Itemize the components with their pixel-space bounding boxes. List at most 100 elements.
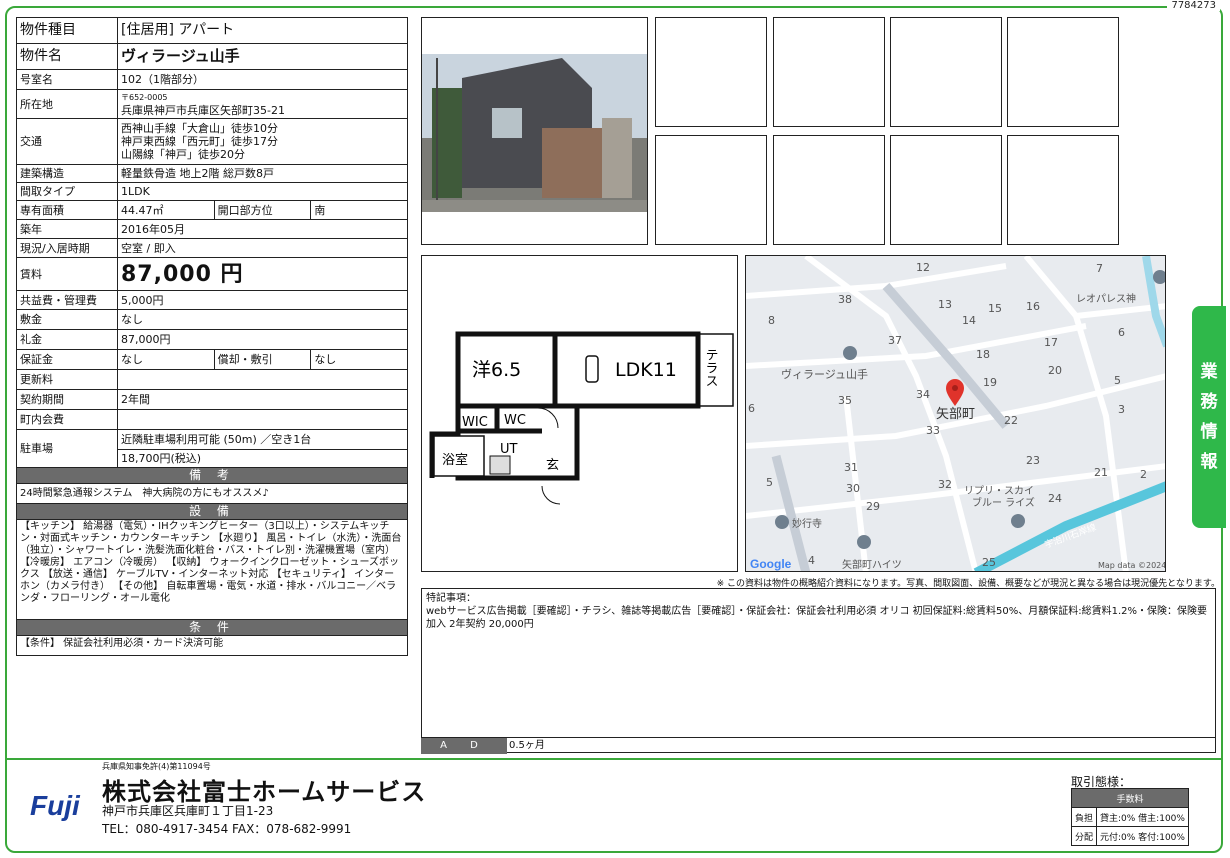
svg-text:4: 4: [808, 554, 815, 567]
photo-thumbnail[interactable]: [890, 135, 1002, 245]
svg-text:30: 30: [846, 482, 860, 495]
svg-text:6: 6: [748, 402, 755, 415]
fee-header: 手数料: [1071, 788, 1189, 808]
svg-text:12: 12: [916, 261, 930, 274]
address-value: 兵庫県神戸市兵庫区矢部町35-21: [121, 104, 285, 117]
remarks-text: 24時間緊急通報システム 神大病院の方にもオススメ♪: [16, 483, 408, 504]
map-credit: Map data ©2024: [1098, 561, 1166, 570]
svg-text:25: 25: [982, 556, 996, 569]
svg-text:37: 37: [888, 334, 902, 347]
conditions-header: 条 件: [16, 619, 408, 636]
room-western: 洋6.5: [472, 359, 521, 381]
svg-text:31: 31: [844, 461, 858, 474]
photo-thumbnail[interactable]: [655, 17, 767, 127]
amortization-value: なし: [310, 349, 408, 370]
key-money-label: 礼金: [16, 329, 118, 350]
fee-table: 手数料 負担 貸主:0% 借主:100% 分配 元付:0% 客付:100%: [1070, 788, 1189, 846]
burden-value: 貸主:0% 借主:100%: [1096, 807, 1189, 827]
status-value: 空室 / 即入: [117, 238, 408, 258]
photo-thumbnail[interactable]: [773, 17, 885, 127]
photo-thumbnail[interactable]: [1007, 17, 1119, 127]
svg-text:7: 7: [1096, 262, 1103, 275]
svg-text:3: 3: [1118, 403, 1125, 416]
building-photo-image: [422, 18, 647, 244]
access-line: 西神山手線「大倉山」徒歩10分: [121, 122, 278, 135]
svg-text:18: 18: [976, 348, 990, 361]
rent-label: 賃料: [16, 257, 118, 291]
svg-text:15: 15: [988, 302, 1002, 315]
amortization-label: 償却・敷引: [213, 349, 312, 370]
company-contact: TEL：080-4917-3454 FAX：078-682-9991: [102, 822, 352, 836]
remarks-header: 備 考: [16, 467, 408, 484]
access-line: 神戸東西線「西元町」徒歩17分: [121, 135, 278, 148]
room-ldk: LDK11: [615, 359, 677, 381]
map-label-building: ヴィラージュ山手: [781, 367, 868, 381]
access-line: 山陽線「神戸」徒歩20分: [121, 148, 245, 161]
name-value: ヴィラージュ山手: [117, 43, 408, 70]
built-value: 2016年05月: [117, 219, 408, 239]
map-label-ripuri2: ブルー ライズ: [972, 496, 1035, 509]
name-label: 物件名: [16, 43, 118, 70]
svg-text:5: 5: [1114, 374, 1121, 387]
special-notes: 特記事項： webサービス広告掲載［要確認］・チラシ、雑誌等掲載広告［要確認］・…: [421, 588, 1216, 753]
layout-label: 間取タイプ: [16, 182, 118, 201]
building-photo: [421, 17, 648, 245]
ad-value: 0.5ヶ月: [509, 740, 545, 751]
business-info-tab[interactable]: 業 務 情 報: [1192, 306, 1226, 528]
photo-thumbnail[interactable]: [773, 135, 885, 245]
map-label-ripuri: リプリ・スカイ: [964, 485, 1034, 497]
map-poi-building-icon[interactable]: [843, 346, 857, 360]
address-label: 所在地: [16, 89, 118, 119]
property-spec-table: 物件種目 [住居用] アパート 物件名 ヴィラージュ山手 号室名 102（1階部分） …: [16, 17, 408, 656]
notes-text: webサービス広告掲載［要確認］・チラシ、雑誌等掲載広告［要確認］・保証会社：保…: [426, 606, 1208, 630]
structure-label: 建築構造: [16, 164, 118, 183]
location-map[interactable]: 12 7 38 13 15 16 8 14 37 17 6 18 19 20 5 34 35 6 22 3…: [745, 255, 1166, 572]
svg-text:8: 8: [768, 314, 775, 327]
svg-text:22: 22: [1004, 414, 1018, 427]
floor-plan: 洋6.5 LDK11 テラス WIC WC UT 浴室 玄: [421, 255, 738, 572]
map-poi-heights-icon[interactable]: [857, 535, 871, 549]
equipment-text: 【キッチン】 給湯器（電気）・IHクッキングヒーター（3口以上）・システムキッチ…: [16, 519, 408, 620]
access-label: 交通: [16, 118, 118, 165]
type-value: [住居用] アパート: [117, 17, 408, 44]
notes-title: 特記事項：: [426, 593, 476, 604]
postal-code: 〒652-0005: [121, 93, 168, 102]
equipment-header: 設 備: [16, 503, 408, 520]
room-value: 102（1階部分）: [117, 69, 408, 90]
svg-text:33: 33: [926, 424, 940, 437]
fee-value: 5,000円: [117, 290, 408, 310]
contract-value: 2年間: [117, 389, 408, 410]
svg-text:14: 14: [962, 314, 976, 327]
parking-fee: 18,700円(税込): [117, 449, 408, 468]
svg-text:6: 6: [1118, 326, 1125, 339]
svg-text:16: 16: [1026, 300, 1040, 313]
area-value: 44.47㎡: [117, 200, 215, 220]
photo-thumbnail[interactable]: [890, 17, 1002, 127]
room-wic: WIC: [462, 415, 488, 430]
photo-thumbnail[interactable]: [1007, 135, 1119, 245]
room-wc: WC: [504, 413, 526, 428]
map-poi-ripuri-icon[interactable]: [1011, 514, 1025, 528]
map-poi-temple-icon[interactable]: [775, 515, 789, 529]
svg-text:35: 35: [838, 394, 852, 407]
svg-text:24: 24: [1048, 492, 1062, 505]
footer-divider: [7, 758, 1221, 760]
parking-value: 近隣駐車場利用可能 (50m) ／空き1台: [117, 429, 408, 450]
photo-thumbnail[interactable]: [655, 135, 767, 245]
map-label-town: 矢部町: [936, 407, 975, 422]
built-label: 築年: [16, 219, 118, 239]
area-label: 専有面積: [16, 200, 118, 220]
parking-label: 駐車場: [16, 429, 118, 468]
rent-value: 87,000 円: [117, 257, 408, 291]
map-label-heights: 矢部町ハイツ: [842, 558, 902, 571]
tab-char: 業: [1200, 362, 1218, 382]
conditions-text: 【条件】 保証会社利用必須・カード決済可能: [16, 635, 408, 656]
svg-text:17: 17: [1044, 336, 1058, 349]
deposit-label: 敷金: [16, 309, 118, 330]
tab-char: 報: [1200, 452, 1218, 472]
svg-text:32: 32: [938, 478, 952, 491]
key-money-value: 87,000円: [117, 329, 408, 350]
license-number: 兵庫県知事免許(4)第11094号: [102, 762, 211, 771]
deposit-value: なし: [117, 309, 408, 330]
guarantee-value: なし: [117, 349, 215, 370]
